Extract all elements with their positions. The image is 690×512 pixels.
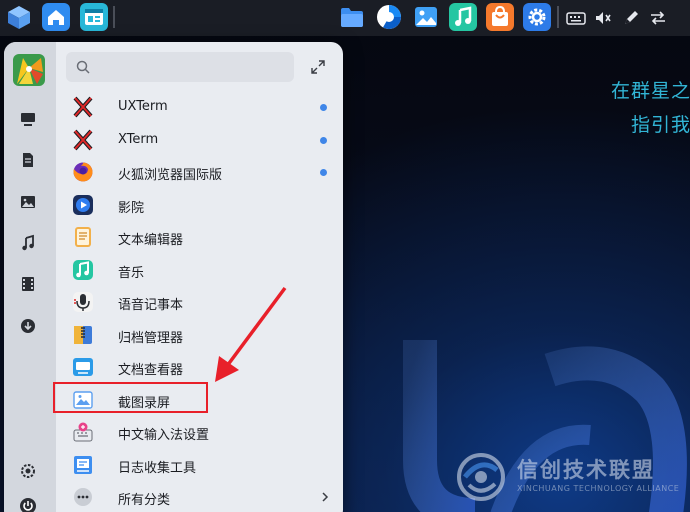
browser-icon[interactable] <box>375 3 403 31</box>
settings-icon[interactable] <box>523 3 551 31</box>
window-manager-icon[interactable] <box>80 3 108 31</box>
chevron-right-icon <box>318 490 332 504</box>
search-icon <box>75 59 91 75</box>
more-dots-icon <box>72 486 94 508</box>
app-label: 影院 <box>118 200 145 216</box>
input-method-icon <box>72 421 94 443</box>
annotation-arrow-icon <box>215 286 287 382</box>
download-icon[interactable] <box>19 317 37 335</box>
switch-icon[interactable] <box>648 8 668 28</box>
app-label: XTerm <box>118 131 159 147</box>
app-label: 文本编辑器 <box>118 233 184 248</box>
app-item-firefox[interactable]: 火狐浏览器国际版 <box>56 156 343 189</box>
document-icon[interactable] <box>19 151 37 169</box>
panel-separator <box>113 6 115 28</box>
panel-separator <box>557 6 559 28</box>
app-label: 音乐 <box>118 265 145 281</box>
search-input[interactable] <box>96 56 286 78</box>
app-label: 火狐浏览器国际版 <box>118 168 223 183</box>
document-viewer-icon <box>72 356 94 378</box>
app-item-input-method[interactable]: 中文输入法设置 <box>56 416 343 449</box>
voice-recorder-icon <box>72 291 94 313</box>
app-item-text-editor[interactable]: 文本编辑器 <box>56 221 343 254</box>
app-label: 归档管理器 <box>118 330 184 346</box>
firefox-icon <box>72 161 94 183</box>
search-box[interactable] <box>66 52 294 82</box>
watermark-title: 信创技术联盟 <box>517 458 655 482</box>
app-label: 语音记事本 <box>118 298 184 313</box>
music-icon <box>72 259 94 281</box>
start-menu: UXTerm XTerm 火狐浏览器国际版 影院 文本编辑器 音乐 语音记事本 … <box>4 42 343 512</box>
image-viewer-icon[interactable] <box>412 3 440 31</box>
app-label: 所有分类 <box>118 493 171 508</box>
home-folder-icon[interactable] <box>42 3 70 31</box>
watermark-subtitle: XINCHUANG TECHNOLOGY ALLIANCE <box>517 484 680 493</box>
app-label: UXTerm <box>118 99 168 114</box>
power-icon[interactable] <box>19 497 37 512</box>
volume-icon[interactable] <box>593 8 613 28</box>
text-editor-icon <box>72 226 94 248</box>
desktop-tagline-line1: 在群星之 <box>611 80 690 102</box>
new-app-indicator <box>320 104 327 111</box>
settings-icon[interactable] <box>19 462 37 480</box>
app-item-log-collector[interactable]: 日志收集工具 <box>56 449 343 482</box>
app-item-video-player[interactable]: 影院 <box>56 189 343 222</box>
watermark: 信创技术联盟 XINCHUANG TECHNOLOGY ALLIANCE <box>455 452 690 502</box>
app-item-xterm[interactable]: XTerm <box>56 124 343 157</box>
app-label: 日志收集工具 <box>118 460 197 476</box>
file-manager-icon[interactable] <box>338 3 366 31</box>
annotation-highlight-box <box>53 382 208 413</box>
picture-icon[interactable] <box>19 193 37 211</box>
music-icon[interactable] <box>449 3 477 31</box>
software-store-icon[interactable] <box>486 3 514 31</box>
keyboard-icon[interactable] <box>566 8 586 28</box>
app-label: 中文输入法设置 <box>118 428 210 443</box>
alliance-logo-icon <box>457 453 505 501</box>
terminal-x-icon <box>72 96 94 118</box>
video-icon[interactable] <box>19 275 37 293</box>
terminal-x-icon <box>72 129 94 151</box>
music-note-icon[interactable] <box>19 234 37 252</box>
user-avatar[interactable] <box>13 54 45 86</box>
new-app-indicator <box>320 169 327 176</box>
kylin-cube-icon[interactable] <box>5 3 33 31</box>
video-player-icon <box>72 194 94 216</box>
log-collector-icon <box>72 454 94 476</box>
desktop-tagline-line2: 指引我 <box>631 114 690 136</box>
top-panel <box>0 0 690 36</box>
computer-icon[interactable] <box>19 110 37 128</box>
app-item-uxterm[interactable]: UXTerm <box>56 91 343 124</box>
archive-manager-icon <box>72 324 94 346</box>
app-label: 文档查看器 <box>118 363 184 378</box>
new-app-indicator <box>320 136 327 144</box>
expand-fullscreen-icon[interactable] <box>310 59 326 75</box>
pen-icon[interactable] <box>621 8 641 28</box>
menu-sidebar <box>4 42 56 512</box>
app-item-all-categories[interactable]: 所有分类 <box>56 481 343 512</box>
